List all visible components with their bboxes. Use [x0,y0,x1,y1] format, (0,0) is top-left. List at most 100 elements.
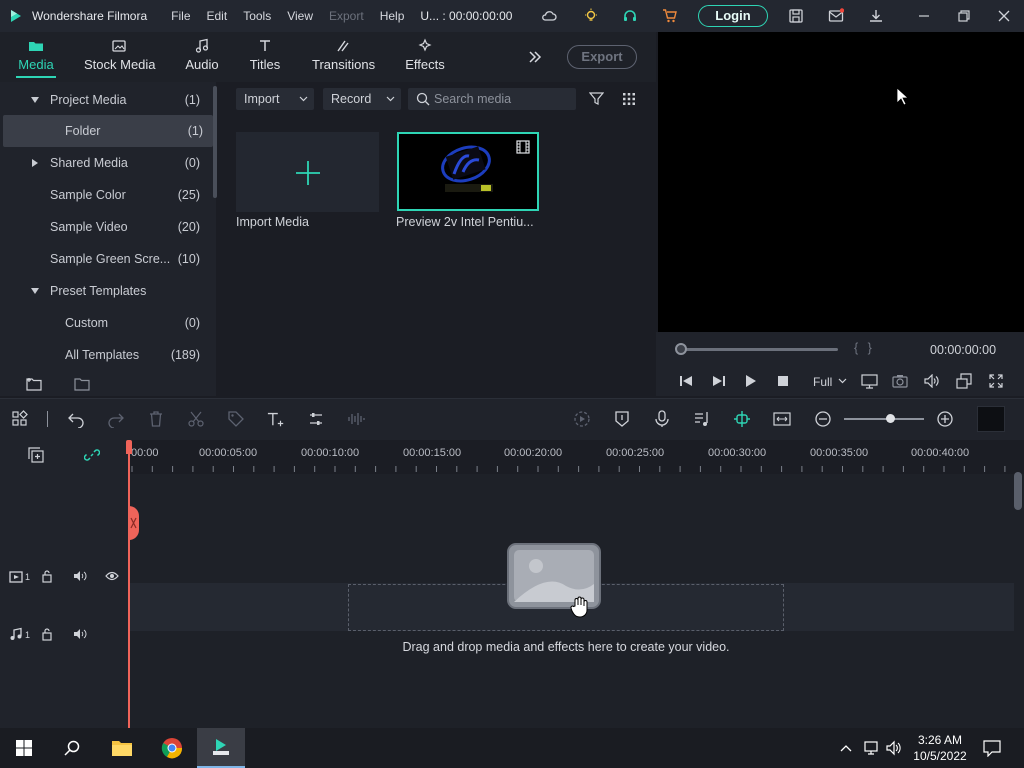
redo-icon[interactable] [107,410,125,428]
speaker-icon[interactable] [73,627,87,641]
layout-grid-icon[interactable] [11,410,29,428]
snap-magnet-icon[interactable] [733,410,751,428]
delete-trash-icon[interactable] [147,410,165,428]
previous-frame-icon[interactable] [679,375,693,387]
tree-item-project-media[interactable]: Project Media (1) [0,84,212,116]
lock-icon[interactable] [41,569,55,583]
network-icon[interactable] [862,740,880,756]
grid-view-icon[interactable] [622,92,636,106]
stop-icon[interactable] [778,376,788,386]
headset-support-icon[interactable] [622,8,638,24]
snapshot-camera-icon[interactable] [892,374,908,388]
volume-icon[interactable] [924,374,940,388]
marker-shield-icon[interactable] [613,410,631,428]
cloud-icon[interactable] [541,8,557,24]
add-track-icon[interactable] [28,447,44,463]
fit-timeline-icon[interactable] [773,410,791,428]
audio-waveform-icon[interactable] [347,410,365,428]
tab-media[interactable]: Media [16,32,56,82]
aspect-ratio-icon[interactable] [956,373,972,389]
tab-titles[interactable]: Titles [247,32,283,82]
save-icon[interactable] [788,8,804,24]
more-tabs-chevron-icon[interactable] [528,50,542,64]
panel-layout-toggle[interactable] [977,406,1005,432]
volume-tray-icon[interactable] [886,740,902,756]
new-folder-icon[interactable] [26,377,42,391]
playhead-scissors-flag[interactable] [128,506,139,540]
undo-icon[interactable] [67,410,85,428]
preview-scrubber-track[interactable] [680,348,838,351]
start-button[interactable] [0,728,48,768]
login-button[interactable]: Login [698,5,768,27]
zoom-slider-track[interactable] [844,418,924,420]
fullscreen-icon[interactable] [989,374,1003,388]
minimize-icon[interactable] [916,8,932,24]
taskbar-chrome[interactable] [148,728,196,768]
folder-icon[interactable] [74,377,90,391]
menu-file[interactable]: File [171,9,190,23]
chevron-up-icon[interactable] [839,741,853,755]
taskbar-search-button[interactable] [48,728,96,768]
search-media-box[interactable] [408,88,576,110]
add-text-icon[interactable] [267,410,285,428]
eye-visibility-icon[interactable] [105,569,119,583]
menu-view[interactable]: View [287,9,313,23]
expand-right-icon[interactable] [30,158,40,168]
menu-edit[interactable]: Edit [207,9,228,23]
preview-player-screen[interactable] [658,32,1024,332]
filter-icon[interactable] [589,91,604,106]
import-dropdown[interactable]: Import [236,88,314,110]
tree-item-sample-video[interactable]: Sample Video (20) [0,211,212,243]
display-monitor-icon[interactable] [861,374,878,389]
notifications-icon[interactable] [983,739,1001,757]
tree-item-sample-color[interactable]: Sample Color (25) [0,179,212,211]
tag-label-icon[interactable] [227,410,245,428]
playhead-handle[interactable] [126,440,132,454]
tree-item-all-templates[interactable]: All Templates (189) [0,339,212,371]
tree-item-custom[interactable]: Custom (0) [0,307,212,339]
tab-audio[interactable]: Audio [184,32,220,82]
timeline-scrollbar[interactable] [1014,472,1022,510]
taskbar-clock[interactable]: 3:26 AM 10/5/2022 [905,732,975,764]
tree-item-shared-media[interactable]: Shared Media (0) [0,147,212,179]
lightbulb-icon[interactable] [583,8,599,24]
zoom-slider-knob[interactable] [886,414,895,423]
adjust-sliders-icon[interactable] [307,410,325,428]
tab-stock-media[interactable]: Stock Media [84,32,156,82]
tree-item-sample-green-screen[interactable]: Sample Green Scre... (10) [0,243,212,275]
menu-export[interactable]: Export [329,9,364,23]
tab-transitions[interactable]: Transitions [312,32,375,82]
playhead-line[interactable] [128,442,130,728]
expand-down-icon[interactable] [30,95,40,105]
cart-icon[interactable] [662,8,678,24]
zoom-in-icon[interactable] [936,410,954,428]
preview-scrubber-knob[interactable] [675,343,687,355]
tree-scrollbar[interactable] [213,86,217,198]
tree-item-preset-templates[interactable]: Preset Templates [0,275,212,307]
zoom-out-icon[interactable] [814,410,832,428]
export-button[interactable]: Export [567,45,637,69]
mail-icon[interactable] [828,8,844,24]
tree-item-folder[interactable]: Folder (1) [3,115,213,147]
tab-effects[interactable]: Effects [404,32,446,82]
quality-select[interactable]: Full [813,375,832,389]
media-clip-thumbnail[interactable] [397,132,539,211]
restore-icon[interactable] [956,8,972,24]
search-input[interactable] [434,88,572,110]
music-list-icon[interactable] [693,410,711,428]
next-frame-icon[interactable] [712,375,726,387]
taskbar-file-explorer[interactable] [98,728,146,768]
lock-icon[interactable] [41,627,55,641]
link-chain-icon[interactable] [84,447,100,463]
close-icon[interactable] [996,8,1012,24]
expand-down-icon[interactable] [30,286,40,296]
speaker-icon[interactable] [73,569,87,583]
play-icon[interactable] [745,375,757,387]
menu-tools[interactable]: Tools [243,9,271,23]
render-preview-icon[interactable] [573,410,591,428]
scissors-cut-icon[interactable] [187,410,205,428]
record-dropdown[interactable]: Record [323,88,401,110]
chevron-down-icon[interactable] [838,378,847,384]
menu-help[interactable]: Help [380,9,405,23]
microphone-icon[interactable] [653,410,671,428]
